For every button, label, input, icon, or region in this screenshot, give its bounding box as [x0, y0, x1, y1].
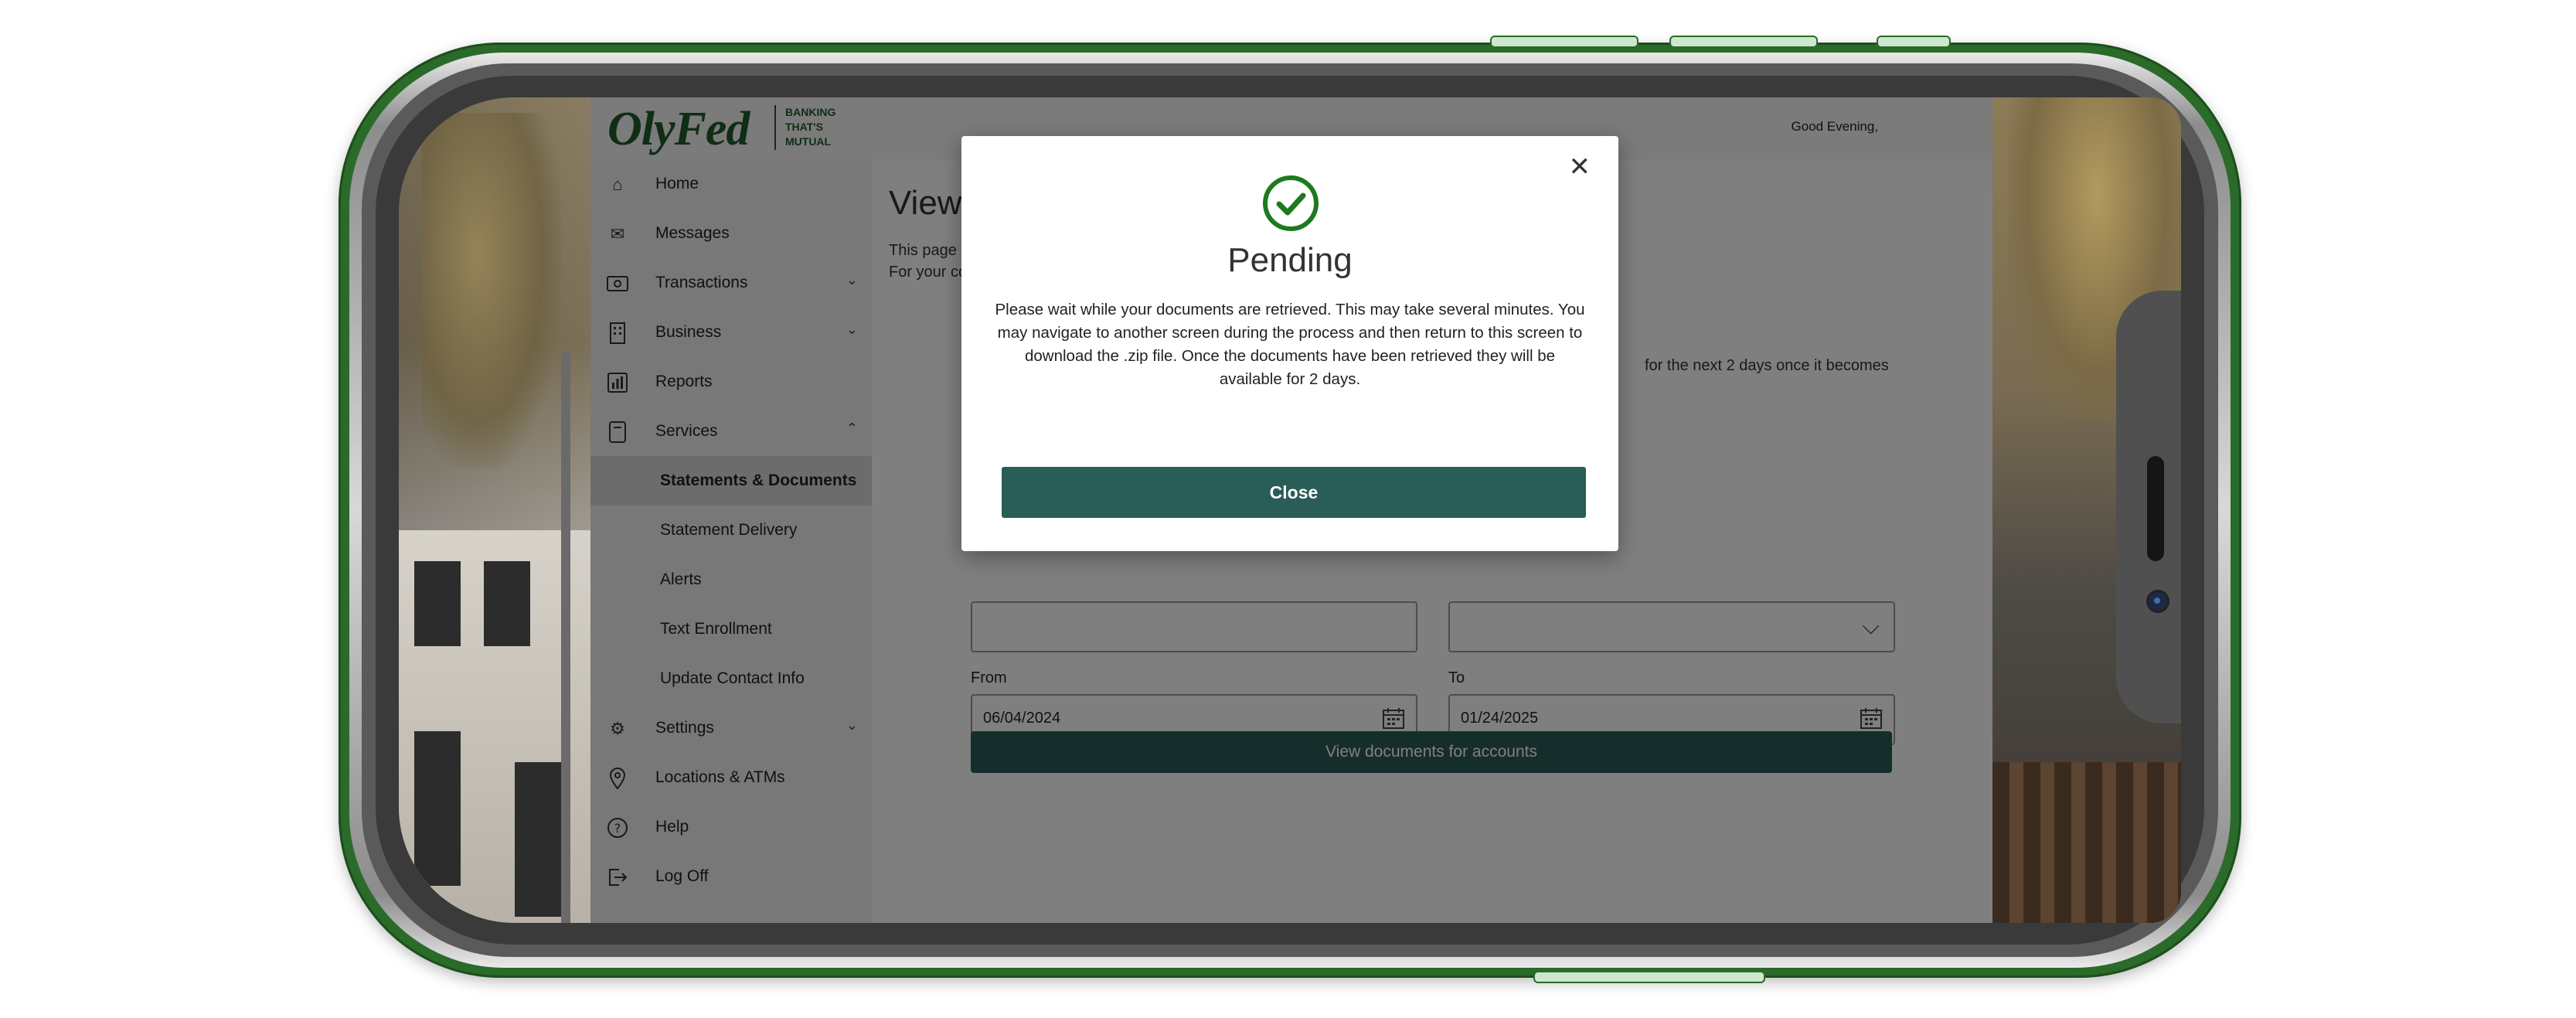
window-shape: [484, 561, 530, 646]
phone-screen: OlyFed BANKING THAT'S MUTUAL Good Evenin…: [399, 97, 2181, 923]
front-camera: [2149, 592, 2167, 611]
modal-message: Please wait while your documents are ret…: [995, 301, 1585, 388]
phone-side-button: [1490, 36, 1638, 48]
success-check-icon: [1263, 175, 1319, 231]
phone-speaker: [2147, 456, 2164, 561]
phone-side-button: [1533, 971, 1765, 983]
phone-side-button: [1877, 36, 1951, 48]
lamp-pole: [561, 352, 570, 923]
phone-side-button: [1669, 36, 1818, 48]
modal-title: Pending: [1227, 241, 1353, 279]
cafe-image: [1992, 762, 2181, 923]
window-shape: [414, 561, 461, 646]
tree-image: [422, 113, 561, 468]
close-icon[interactable]: ✕: [1564, 153, 1596, 181]
modal-close-button[interactable]: Close: [1002, 467, 1586, 518]
window-shape: [414, 731, 461, 886]
banking-app: OlyFed BANKING THAT'S MUTUAL Good Evenin…: [590, 97, 1992, 923]
window-shape: [515, 762, 561, 917]
pending-modal: ✕ Pending Please wait while your documen…: [961, 136, 1618, 551]
background-photo-left: [399, 97, 592, 923]
